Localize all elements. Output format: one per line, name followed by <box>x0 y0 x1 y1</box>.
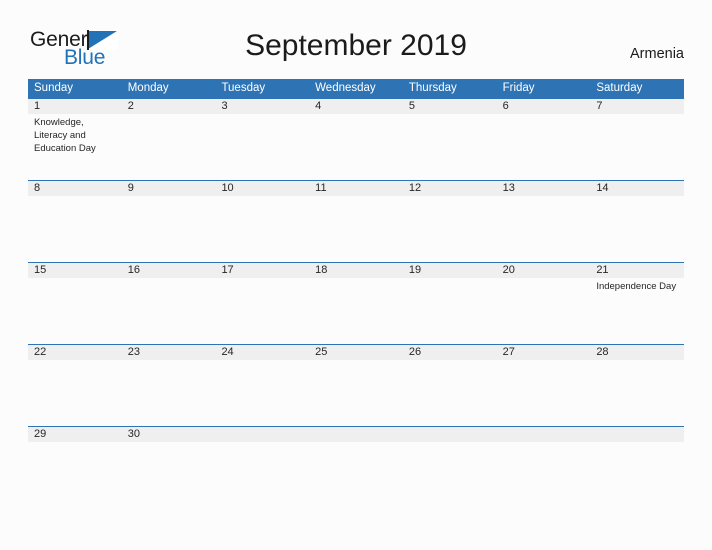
day-event <box>403 278 497 344</box>
week-date-band: 15 16 17 18 19 20 21 <box>28 263 684 278</box>
day-event <box>309 196 403 262</box>
weekday-thursday: Thursday <box>408 82 457 94</box>
day-event <box>590 196 684 262</box>
day-event <box>309 360 403 426</box>
weekday-sunday: Sunday <box>34 82 74 94</box>
calendar-week-row: 22 23 24 25 26 27 28 <box>28 344 684 426</box>
date-number[interactable]: 14 <box>590 181 684 196</box>
day-event <box>122 114 216 180</box>
calendar-week-row: 15 16 17 18 19 20 21 Independence Day <box>28 262 684 344</box>
day-event: Independence Day <box>596 281 677 292</box>
day-event <box>403 360 497 426</box>
week-date-band: 29 30 <box>28 427 684 442</box>
date-number[interactable]: 15 <box>28 263 122 278</box>
week-date-band: 22 23 24 25 26 27 28 <box>28 345 684 360</box>
day-event <box>122 196 216 262</box>
week-date-band: 1 2 3 4 5 6 7 <box>28 99 684 114</box>
date-number <box>497 427 591 442</box>
date-number[interactable]: 26 <box>403 345 497 360</box>
day-event <box>590 114 684 180</box>
day-event <box>215 114 309 180</box>
day-event <box>28 196 122 262</box>
date-number[interactable]: 20 <box>497 263 591 278</box>
week-date-band: 8 9 10 11 12 13 14 <box>28 181 684 196</box>
date-number[interactable]: 17 <box>215 263 309 278</box>
date-number[interactable]: 11 <box>309 181 403 196</box>
date-number[interactable]: 28 <box>590 345 684 360</box>
date-number <box>403 427 497 442</box>
week-event-band <box>28 360 684 426</box>
calendar-week-row: 29 30 <box>28 426 684 508</box>
date-number[interactable]: 18 <box>309 263 403 278</box>
date-number[interactable]: 23 <box>122 345 216 360</box>
date-number <box>309 427 403 442</box>
region-label: Armenia <box>630 46 684 62</box>
week-event-band: Independence Day <box>28 278 684 344</box>
date-number[interactable]: 27 <box>497 345 591 360</box>
day-event <box>215 196 309 262</box>
day-event <box>122 442 216 508</box>
week-event-band <box>28 196 684 262</box>
date-number[interactable]: 19 <box>403 263 497 278</box>
date-number[interactable]: 16 <box>122 263 216 278</box>
calendar-week-row: 1 2 3 4 5 6 7 Knowledge, Literacy and Ed… <box>28 98 684 180</box>
day-event <box>28 442 122 508</box>
date-number[interactable]: 21 <box>590 263 684 278</box>
day-event <box>497 360 591 426</box>
week-event-band <box>28 442 684 508</box>
day-event <box>403 442 497 508</box>
date-number <box>590 427 684 442</box>
day-event <box>497 442 591 508</box>
weekday-friday: Friday <box>502 82 535 94</box>
date-number[interactable]: 1 <box>28 99 122 114</box>
date-number[interactable]: 22 <box>28 345 122 360</box>
day-event <box>28 278 122 344</box>
date-number[interactable]: 13 <box>497 181 591 196</box>
weekday-saturday: Saturday <box>596 82 643 94</box>
day-event: Knowledge, Literacy and Education Day <box>34 117 96 154</box>
date-number[interactable]: 12 <box>403 181 497 196</box>
calendar-week-row: 8 9 10 11 12 13 14 <box>28 180 684 262</box>
calendar-grid: Sunday Monday Tuesday Wednesday Thursday… <box>28 79 684 508</box>
day-event <box>403 114 497 180</box>
day-event <box>122 360 216 426</box>
weekday-header-row: Sunday Monday Tuesday Wednesday Thursday… <box>28 79 684 98</box>
date-number <box>215 427 309 442</box>
date-number[interactable]: 10 <box>215 181 309 196</box>
date-number[interactable]: 5 <box>403 99 497 114</box>
day-event <box>215 442 309 508</box>
day-event <box>497 196 591 262</box>
day-event <box>28 360 122 426</box>
date-number[interactable]: 8 <box>28 181 122 196</box>
date-number[interactable]: 30 <box>122 427 216 442</box>
date-number[interactable]: 9 <box>122 181 216 196</box>
day-event <box>215 278 309 344</box>
date-number[interactable]: 29 <box>28 427 122 442</box>
date-number[interactable]: 25 <box>309 345 403 360</box>
day-event <box>497 114 591 180</box>
day-event <box>309 442 403 508</box>
day-event <box>497 278 591 344</box>
calendar-page: General Blue September 2019 Armenia Sund… <box>0 0 712 550</box>
date-number[interactable]: 6 <box>497 99 591 114</box>
date-number[interactable]: 7 <box>590 99 684 114</box>
weekday-monday: Monday <box>127 82 169 94</box>
day-event <box>122 278 216 344</box>
day-event <box>215 360 309 426</box>
week-event-band: Knowledge, Literacy and Education Day <box>28 114 684 180</box>
page-title: September 2019 <box>245 29 467 62</box>
date-number[interactable]: 24 <box>215 345 309 360</box>
page-header: General Blue September 2019 Armenia <box>0 0 712 78</box>
date-number[interactable]: 2 <box>122 99 216 114</box>
weekday-wednesday: Wednesday <box>315 82 376 94</box>
day-event <box>403 196 497 262</box>
day-event <box>590 360 684 426</box>
day-event <box>309 114 403 180</box>
date-number[interactable]: 3 <box>215 99 309 114</box>
day-event <box>590 442 684 508</box>
day-event <box>309 278 403 344</box>
weekday-tuesday: Tuesday <box>221 82 266 94</box>
date-number[interactable]: 4 <box>309 99 403 114</box>
